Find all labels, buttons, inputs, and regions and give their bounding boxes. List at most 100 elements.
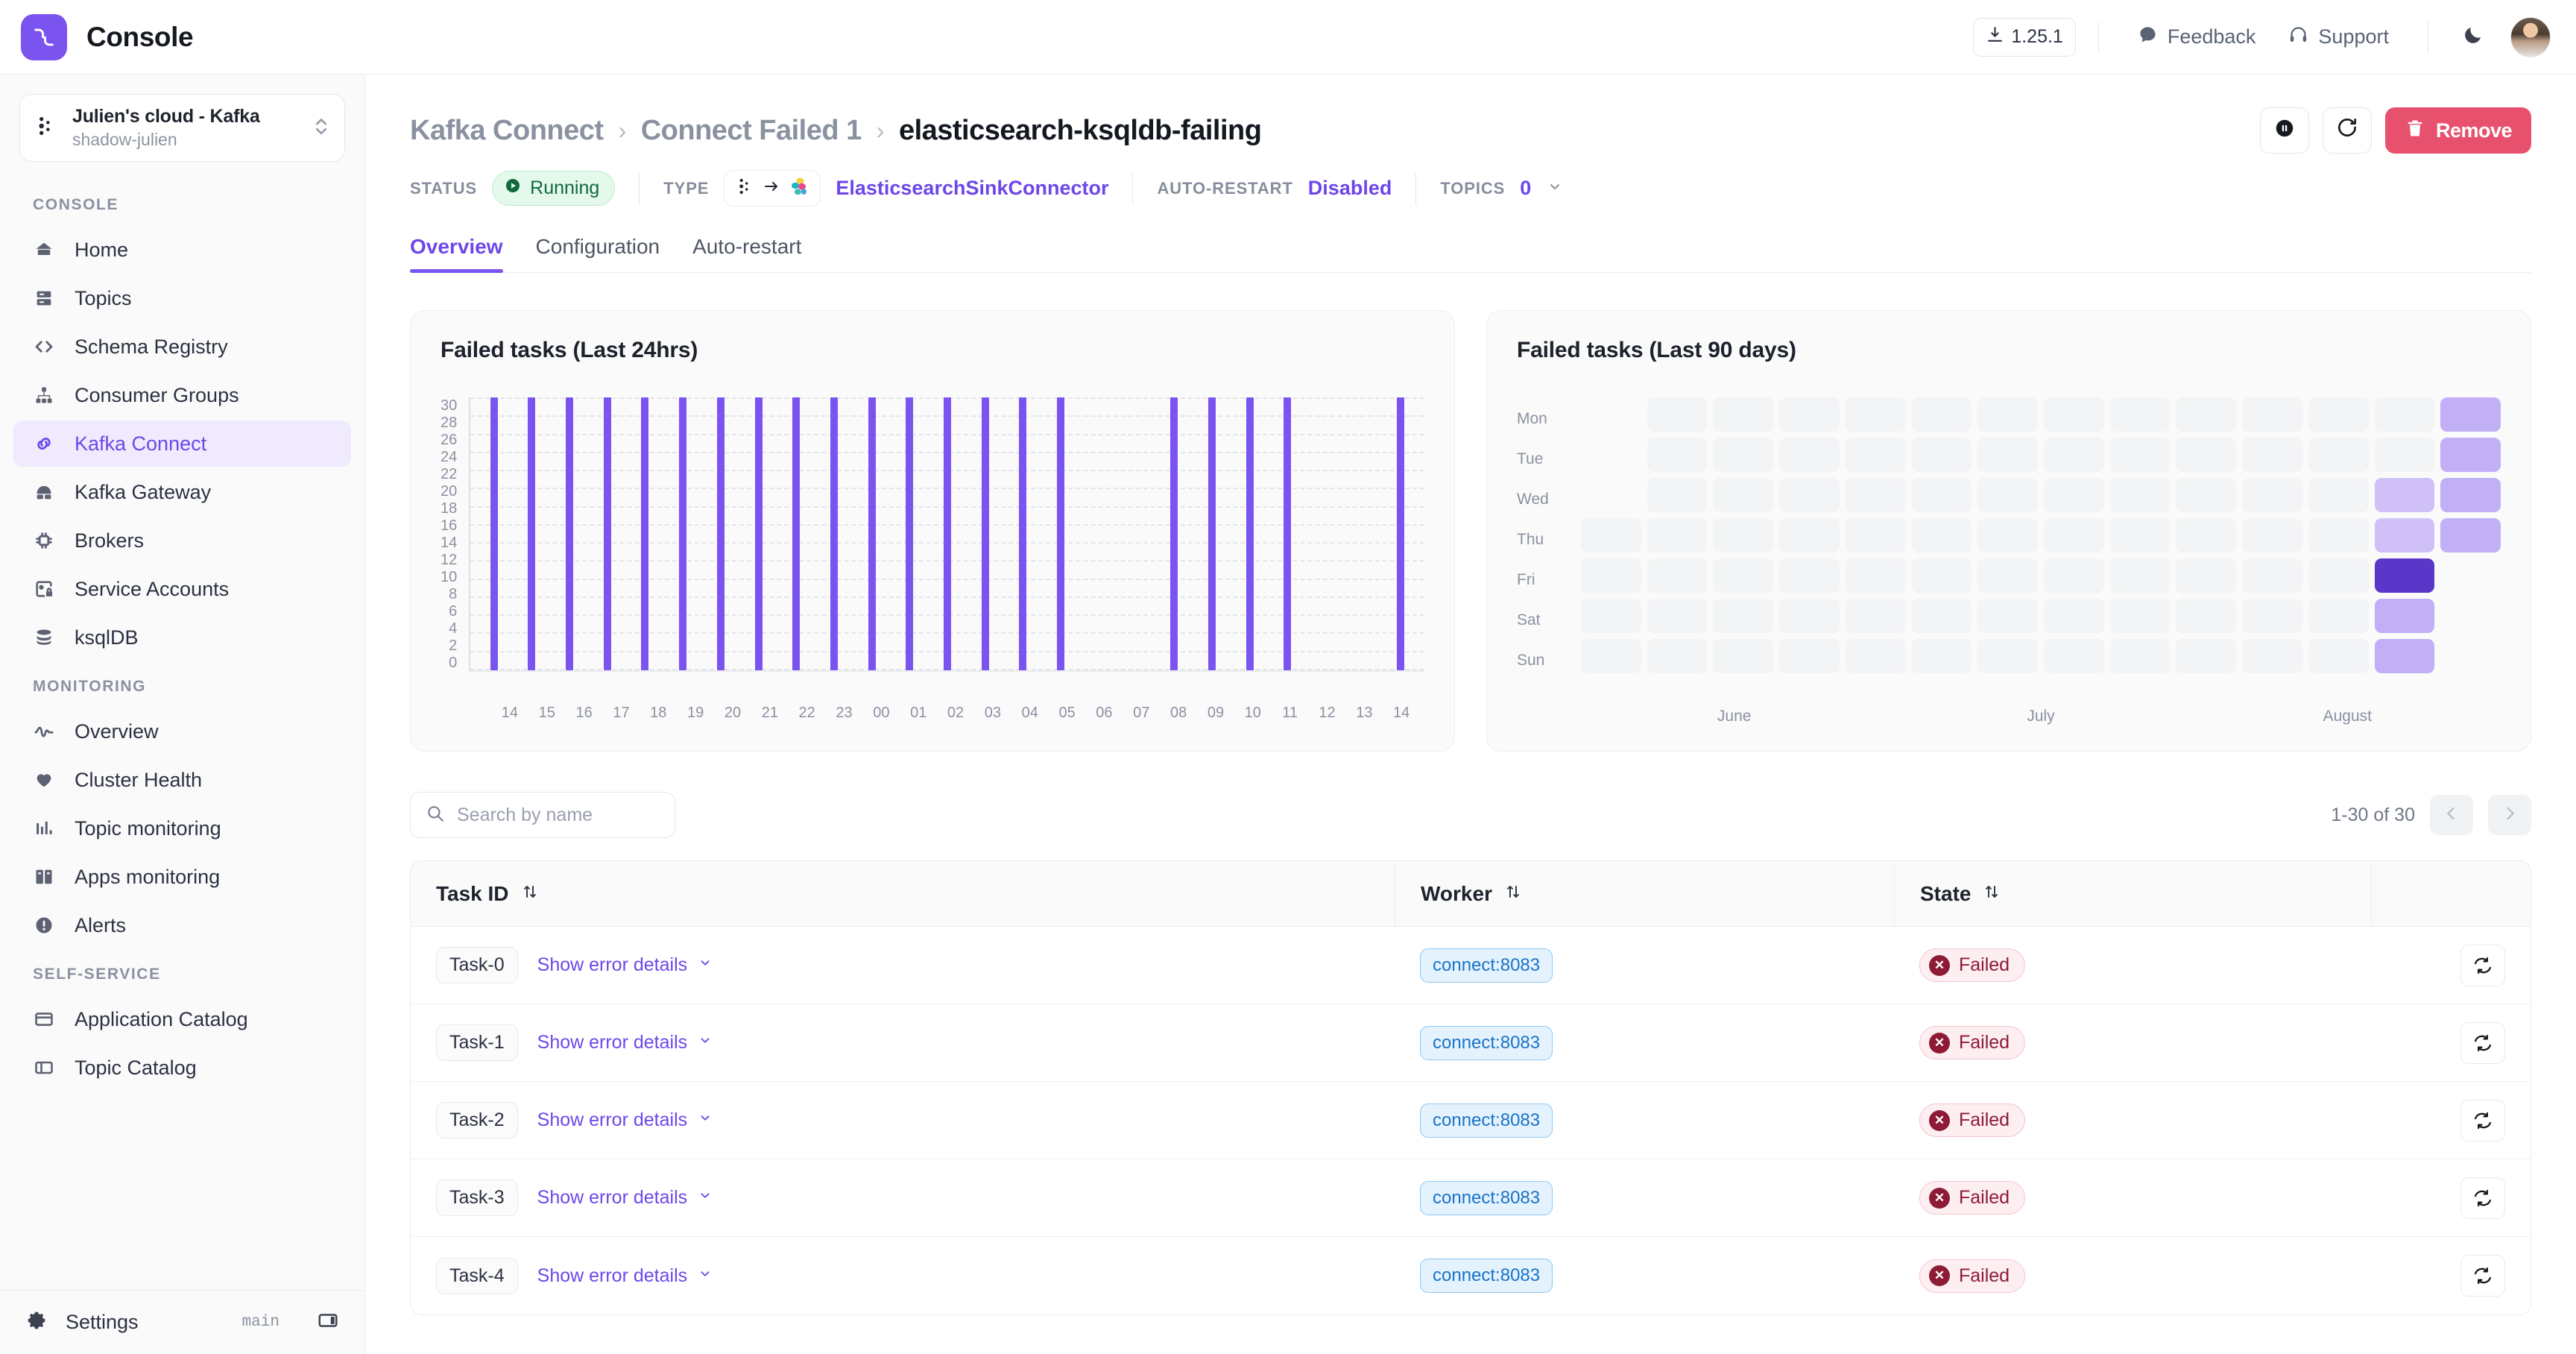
bar-slot[interactable] bbox=[1117, 397, 1155, 670]
worker-chip[interactable]: connect:8083 bbox=[1420, 1103, 1553, 1138]
cluster-selector[interactable]: Julien's cloud - Kafka shadow-julien bbox=[19, 94, 345, 162]
heatmap-cell[interactable] bbox=[2109, 478, 2171, 512]
heatmap-cell[interactable] bbox=[1647, 397, 1708, 432]
heatmap-cell[interactable] bbox=[1911, 518, 1972, 552]
heatmap-cell[interactable] bbox=[1977, 478, 2039, 512]
bar[interactable] bbox=[944, 397, 952, 670]
topics-group[interactable]: TOPICS 0 bbox=[1440, 177, 1564, 200]
heatmap-cell[interactable] bbox=[1581, 599, 1641, 633]
heatmap-cell[interactable] bbox=[1845, 518, 1906, 552]
bar[interactable] bbox=[868, 397, 876, 670]
restart-button[interactable] bbox=[2322, 107, 2372, 154]
feedback-button[interactable]: Feedback bbox=[2121, 25, 2273, 50]
next-page-button[interactable] bbox=[2488, 795, 2531, 835]
bar[interactable] bbox=[490, 397, 498, 670]
bar[interactable] bbox=[754, 397, 763, 670]
heatmap-cell[interactable] bbox=[2044, 558, 2104, 593]
bar-slot[interactable] bbox=[1193, 397, 1231, 670]
bar-slot[interactable] bbox=[815, 397, 853, 670]
bar[interactable] bbox=[566, 397, 573, 670]
heatmap-cell[interactable] bbox=[1713, 639, 1774, 673]
heatmap-cell[interactable] bbox=[1911, 478, 1972, 512]
heatmap-cell[interactable] bbox=[2242, 478, 2302, 512]
heatmap-cell[interactable] bbox=[1581, 639, 1641, 673]
heatmap-cell[interactable] bbox=[1581, 518, 1641, 552]
bar[interactable] bbox=[1057, 397, 1065, 670]
heatmap-cell[interactable] bbox=[1845, 639, 1906, 673]
heatmap-cell[interactable] bbox=[2242, 599, 2302, 633]
sidebar-item-kafka-gateway[interactable]: Kafka Gateway bbox=[13, 469, 351, 515]
heatmap-cell[interactable] bbox=[2308, 558, 2369, 593]
heatmap-cell[interactable] bbox=[1779, 558, 1840, 593]
heatmap-cell[interactable] bbox=[2044, 397, 2104, 432]
bar-slot[interactable] bbox=[513, 397, 551, 670]
show-error-details-button[interactable]: Show error details bbox=[537, 1265, 713, 1287]
search-box[interactable] bbox=[410, 792, 675, 838]
bar[interactable] bbox=[1397, 397, 1405, 670]
tab-configuration[interactable]: Configuration bbox=[520, 235, 677, 272]
heatmap-cell[interactable] bbox=[1911, 599, 1972, 633]
bar[interactable] bbox=[792, 397, 801, 670]
heatmap-cell[interactable] bbox=[1845, 397, 1906, 432]
bar-slot[interactable] bbox=[701, 397, 739, 670]
bar-slot[interactable] bbox=[853, 397, 891, 670]
bar-slot[interactable] bbox=[929, 397, 967, 670]
bar[interactable] bbox=[1208, 397, 1216, 670]
table-row[interactable]: Task-4 Show error details connect:8083 ✕ Fai… bbox=[411, 1237, 2531, 1314]
heatmap-cell[interactable] bbox=[2176, 397, 2237, 432]
bar-slot[interactable] bbox=[1004, 397, 1042, 670]
heatmap-cell[interactable] bbox=[1911, 558, 1972, 593]
heatmap-cell[interactable] bbox=[1647, 478, 1708, 512]
sidebar-item-service-accounts[interactable]: Service Accounts bbox=[13, 566, 351, 612]
bar[interactable] bbox=[830, 397, 838, 670]
bar[interactable] bbox=[603, 397, 611, 670]
bar-slot[interactable] bbox=[1155, 397, 1193, 670]
heatmap-cell[interactable] bbox=[2308, 599, 2369, 633]
sidebar-item-kafka-connect[interactable]: Kafka Connect bbox=[13, 421, 351, 467]
heatmap-cell[interactable] bbox=[2374, 478, 2435, 512]
heatmap-cell[interactable] bbox=[1713, 438, 1774, 472]
prev-page-button[interactable] bbox=[2430, 795, 2473, 835]
heatmap-cell[interactable] bbox=[1845, 558, 1906, 593]
heatmap-cell[interactable] bbox=[2374, 558, 2435, 593]
heatmap-cell[interactable] bbox=[1779, 639, 1840, 673]
brand[interactable]: Console bbox=[0, 13, 365, 60]
show-error-details-button[interactable]: Show error details bbox=[537, 1109, 713, 1131]
heatmap-cell[interactable] bbox=[1713, 397, 1774, 432]
bar[interactable] bbox=[679, 397, 687, 670]
bar[interactable] bbox=[528, 397, 536, 670]
heatmap-cell[interactable] bbox=[2374, 518, 2435, 552]
bar[interactable] bbox=[1019, 397, 1027, 670]
sidebar-item-alerts[interactable]: Alerts bbox=[13, 902, 351, 948]
heatmap-cell[interactable] bbox=[1713, 558, 1774, 593]
heatmap-cell[interactable] bbox=[1779, 518, 1840, 552]
heatmap-cell[interactable] bbox=[2044, 518, 2104, 552]
bar[interactable] bbox=[1246, 397, 1254, 670]
show-error-details-button[interactable]: Show error details bbox=[537, 1032, 713, 1054]
restart-task-button[interactable] bbox=[2460, 1177, 2505, 1219]
heatmap-cell[interactable] bbox=[1977, 599, 2039, 633]
heatmap-cell[interactable] bbox=[2109, 639, 2171, 673]
bar-slot[interactable] bbox=[1231, 397, 1269, 670]
heatmap-cell[interactable] bbox=[2308, 478, 2369, 512]
heatmap-cell[interactable] bbox=[2440, 478, 2501, 512]
heatmap-cell[interactable] bbox=[1911, 639, 1972, 673]
sidebar-item-consumer-groups[interactable]: Consumer Groups bbox=[13, 372, 351, 418]
column-header-state[interactable]: State bbox=[1894, 861, 2371, 926]
heatmap-cell[interactable] bbox=[1647, 438, 1708, 472]
heatmap-cell[interactable] bbox=[2374, 599, 2435, 633]
bar-slot[interactable] bbox=[966, 397, 1004, 670]
heatmap-cell[interactable] bbox=[2109, 599, 2171, 633]
bar-slot[interactable] bbox=[475, 397, 513, 670]
heatmap-cell[interactable] bbox=[2176, 639, 2237, 673]
restart-task-button[interactable] bbox=[2460, 1099, 2505, 1142]
bar[interactable] bbox=[981, 397, 989, 670]
table-row[interactable]: Task-3 Show error details connect:8083 ✕ Fai… bbox=[411, 1159, 2531, 1237]
heatmap-cell[interactable] bbox=[2044, 639, 2104, 673]
heatmap-cell[interactable] bbox=[1845, 599, 1906, 633]
table-row[interactable]: Task-1 Show error details connect:8083 ✕ Fai… bbox=[411, 1004, 2531, 1082]
avatar[interactable] bbox=[2510, 16, 2551, 57]
show-error-details-button[interactable]: Show error details bbox=[537, 954, 713, 976]
heatmap-cell[interactable] bbox=[1977, 518, 2039, 552]
heatmap-cell[interactable] bbox=[2109, 397, 2171, 432]
